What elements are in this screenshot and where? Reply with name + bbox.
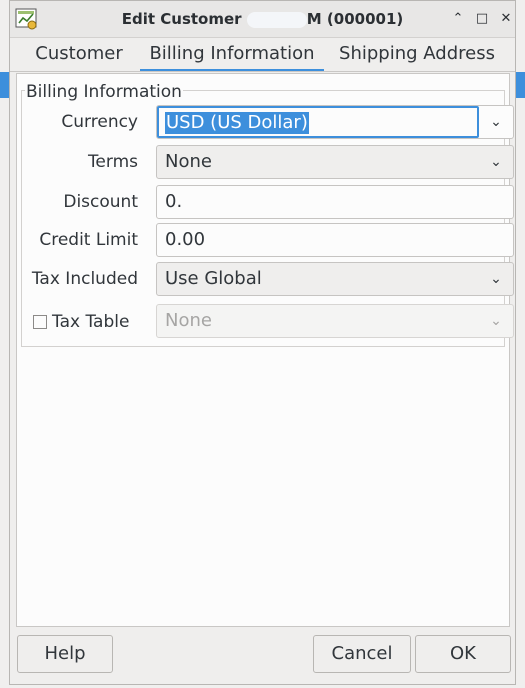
currency-label: Currency <box>61 112 138 132</box>
window-title-suffix: M (000001) <box>306 10 404 28</box>
edit-customer-dialog: Edit Customer M (000001) ⌃ □ ✕ Customer … <box>9 0 516 685</box>
currency-entry[interactable]: USD (US Dollar) <box>157 106 479 138</box>
help-button[interactable]: Help <box>17 635 113 673</box>
tab-shipping-address[interactable]: Shipping Address <box>332 38 502 72</box>
ok-button[interactable]: OK <box>415 635 511 673</box>
window-title-prefix: Edit Customer <box>121 10 242 28</box>
chevron-down-icon[interactable]: ⌄ <box>479 263 513 295</box>
redacted-name <box>246 11 307 28</box>
chevron-down-icon: ⌄ <box>490 313 502 329</box>
terms-combo[interactable]: None ⌄ <box>156 145 514 179</box>
tab-billing-information[interactable]: Billing Information <box>140 38 324 72</box>
cancel-button[interactable]: Cancel <box>313 635 411 673</box>
discount-value: 0. <box>165 191 183 212</box>
tab-divider <box>10 71 515 72</box>
maximize-icon[interactable]: □ <box>474 11 490 27</box>
chevron-down-icon[interactable]: ⌄ <box>479 146 513 178</box>
discount-field[interactable]: 0. <box>156 185 514 219</box>
tax-included-label: Tax Included <box>31 269 138 289</box>
credit-limit-field[interactable]: 0.00 <box>156 223 514 257</box>
billing-information-group: Billing Information Currency USD (US Dol… <box>21 82 514 347</box>
tax-table-label[interactable]: Tax Table <box>52 312 129 332</box>
tax-table-value: None <box>165 310 212 331</box>
background-window-edge <box>516 72 525 98</box>
credit-limit-value: 0.00 <box>165 229 206 250</box>
chevron-down-icon[interactable]: ⌄ <box>479 106 513 138</box>
tax-table-checkbox[interactable] <box>33 315 47 329</box>
currency-value: USD (US Dollar) <box>165 112 309 134</box>
discount-label: Discount <box>63 192 138 212</box>
shade-icon[interactable]: ⌃ <box>450 11 466 27</box>
tab-customer[interactable]: Customer <box>24 38 134 72</box>
close-icon[interactable]: ✕ <box>498 11 514 27</box>
tax-included-value: Use Global <box>165 268 262 289</box>
group-title: Billing Information <box>25 82 183 102</box>
currency-combo[interactable]: USD (US Dollar) ⌄ <box>156 105 514 139</box>
credit-limit-label: Credit Limit <box>39 230 138 250</box>
title-bar[interactable]: Edit Customer M (000001) ⌃ □ ✕ <box>10 1 515 38</box>
background-window-edge <box>0 72 9 98</box>
tab-bar: Customer Billing Information Shipping Ad… <box>10 38 515 72</box>
tax-table-combo: None ⌄ <box>156 304 514 338</box>
tax-included-combo[interactable]: Use Global ⌄ <box>156 262 514 296</box>
terms-value: None <box>165 151 212 172</box>
tab-panel-billing: Billing Information Currency USD (US Dol… <box>16 73 514 627</box>
window-title: Edit Customer M (000001) <box>10 10 515 28</box>
terms-label: Terms <box>87 152 138 172</box>
